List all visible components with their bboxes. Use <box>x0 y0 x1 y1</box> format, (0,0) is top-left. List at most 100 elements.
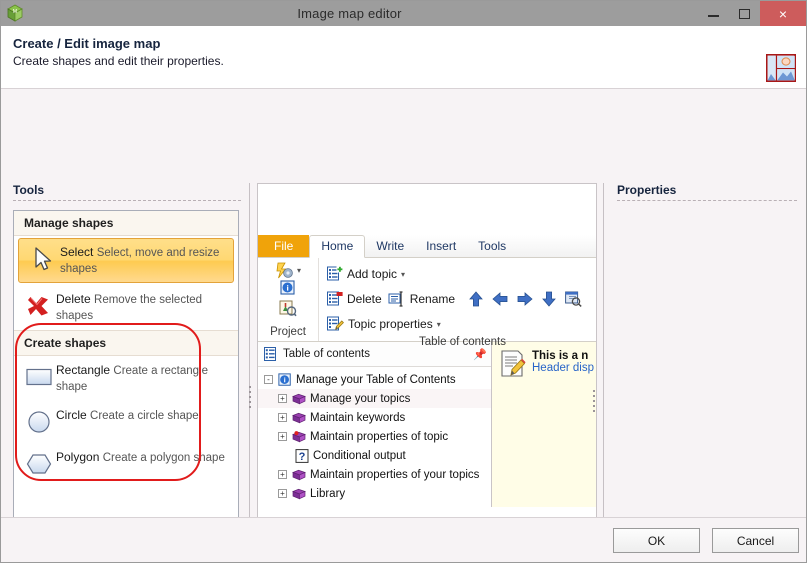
tool-item-polygon-description: Create a polygon shape <box>102 452 225 464</box>
tool-item-rectangle[interactable]: Rectangle Create a rectangle shape <box>14 356 238 401</box>
window-title: Image map editor <box>297 6 402 21</box>
tool-item-rectangle-label: Rectangle <box>56 363 111 377</box>
ribbon-group-project-label: Project <box>270 326 306 338</box>
rename-topic-icon <box>388 291 403 307</box>
tool-item-select[interactable]: Select Select, move and resize shapes <box>18 238 234 283</box>
right-splitter-line <box>603 183 604 562</box>
expander-icon[interactable]: + <box>278 432 287 441</box>
tools-divider <box>13 199 241 201</box>
arrow-up-icon[interactable] <box>469 291 483 307</box>
arrow-down-icon[interactable] <box>542 291 556 307</box>
expander-icon[interactable]: + <box>278 413 287 422</box>
tree-node-label: Maintain properties of your topics <box>310 468 480 481</box>
preview-content-area: Table of contents 📌 - Manage your Table … <box>258 342 596 507</box>
tool-item-circle[interactable]: Circle Create a circle shape <box>14 401 238 443</box>
tool-item-polygon[interactable]: Polygon Create a polygon shape <box>14 443 238 485</box>
topic-properties-caret-icon: ▾ <box>436 319 441 329</box>
create-shapes-group-header: Create shapes <box>14 330 238 356</box>
maximize-button[interactable] <box>729 1 760 26</box>
left-splitter-line <box>249 183 250 562</box>
add-topic-caret-icon: ▾ <box>401 269 406 279</box>
properties-section-title: Properties <box>617 183 677 197</box>
tool-item-delete[interactable]: Delete Remove the selected shapes <box>14 285 238 330</box>
ribbon-row-topic-properties: Topic properties ▾ <box>327 312 596 336</box>
tree-node-maintain-properties-of-topic[interactable]: + Maintain properties of topic <box>258 427 491 446</box>
tab-tools[interactable]: Tools <box>467 236 517 257</box>
ribbon-group-toc: Add topic ▾ Delete Rename Topic properti… <box>319 258 596 348</box>
lightning-gear-button[interactable]: ▾ <box>275 262 301 279</box>
tree-node-conditional-output[interactable]: ? Conditional output <box>258 446 491 465</box>
delete-topic-label: Delete <box>347 292 382 306</box>
page-subtitle: Create shapes and edit their properties. <box>13 54 224 68</box>
image-map-preview[interactable]: File Home Write Insert Tools ▾ Project A… <box>257 183 597 562</box>
table-of-contents-pane: Table of contents 📌 - Manage your Table … <box>258 342 492 507</box>
ok-button[interactable]: OK <box>613 528 700 553</box>
tree-node-maintain-keywords[interactable]: + Maintain keywords <box>258 408 491 427</box>
tab-insert[interactable]: Insert <box>415 236 467 257</box>
tree-node-label: Manage your topics <box>310 392 411 405</box>
cancel-button[interactable]: Cancel <box>712 528 799 553</box>
expander-icon[interactable]: + <box>278 489 287 498</box>
delete-topic-button[interactable]: Delete <box>327 291 382 307</box>
rectangle-shape-icon <box>22 362 56 392</box>
dialog-body: Tools Manage shapes Select Select, move … <box>1 89 806 562</box>
close-button[interactable]: × <box>760 1 806 26</box>
info-topic-icon <box>277 372 293 387</box>
topic-properties-icon <box>327 316 344 331</box>
tree-node-label: Conditional output <box>313 449 406 462</box>
delete-topic-icon <box>327 291 343 306</box>
right-splitter-handle[interactable] <box>589 381 599 421</box>
tree-node-manage-your-topics[interactable]: + Manage your topics <box>258 389 491 408</box>
book-icon <box>291 411 307 425</box>
image-map-editor-window: M Image map editor × Create / Edit image… <box>0 0 807 563</box>
tab-write[interactable]: Write <box>365 236 415 257</box>
question-topic-icon: ? <box>294 448 310 463</box>
lightning-gear-caret-icon: ▾ <box>296 266 301 275</box>
add-topic-button[interactable]: Add topic ▾ <box>327 266 405 282</box>
pin-icon[interactable]: 📌 <box>473 348 487 361</box>
info-topic-button[interactable] <box>280 280 296 299</box>
tree-node-library[interactable]: + Library <box>258 484 491 503</box>
topic-content-pane[interactable]: This is a n Header disp <box>492 342 596 507</box>
tools-section-header: Tools <box>13 183 241 201</box>
minimize-button[interactable] <box>698 1 729 26</box>
tree-node-manage-toc[interactable]: - Manage your Table of Contents <box>258 370 491 389</box>
expander-icon[interactable]: + <box>278 394 287 403</box>
project-properties-button[interactable] <box>279 300 297 320</box>
properties-divider <box>617 199 797 201</box>
rename-topic-button[interactable]: Rename <box>388 291 455 307</box>
app-cube-icon: M <box>5 3 25 23</box>
expander-icon[interactable]: - <box>264 375 273 384</box>
toc-list-icon <box>264 347 276 361</box>
preview-ribbon: File Home Write Insert Tools ▾ Project A… <box>258 235 596 348</box>
expander-icon[interactable]: + <box>278 470 287 479</box>
add-topic-icon <box>327 266 343 281</box>
tree-node-label: Manage your Table of Contents <box>296 373 456 386</box>
tab-file[interactable]: File <box>258 235 310 257</box>
window-controls: × <box>698 1 806 26</box>
tree-node-label: Maintain properties of topic <box>310 430 449 443</box>
tool-item-select-label: Select <box>60 245 94 259</box>
tools-section-title: Tools <box>13 183 45 197</box>
tree-node-maintain-properties-of-your-topics[interactable]: + Maintain properties of your topics <box>258 465 491 484</box>
tool-item-delete-label: Delete <box>56 292 91 306</box>
manage-shapes-group-header: Manage shapes <box>14 211 238 236</box>
image-map-icon <box>766 54 796 82</box>
tree-node-label: Library <box>310 487 346 500</box>
tab-home[interactable]: Home <box>309 235 366 258</box>
topic-document-icon <box>500 350 526 381</box>
arrow-right-icon[interactable] <box>517 292 533 306</box>
tool-item-circle-label: Circle <box>56 408 87 422</box>
preview-top-blank <box>258 184 596 235</box>
properties-section-header: Properties <box>617 183 797 201</box>
red-x-icon <box>22 291 56 321</box>
topic-header-link[interactable]: Header disp <box>532 362 594 374</box>
arrow-left-icon[interactable] <box>492 292 508 306</box>
topic-properties-button[interactable]: Topic properties ▾ <box>327 316 441 332</box>
lightning-gear-icon <box>276 262 293 279</box>
ribbon-body: ▾ Project Add topic ▾ Delete Rename Topi… <box>258 258 596 348</box>
properties-panel <box>615 210 797 562</box>
left-splitter-handle[interactable] <box>245 377 255 417</box>
topic-properties-label: Topic properties <box>348 317 433 331</box>
preview-search-icon[interactable] <box>565 291 582 307</box>
